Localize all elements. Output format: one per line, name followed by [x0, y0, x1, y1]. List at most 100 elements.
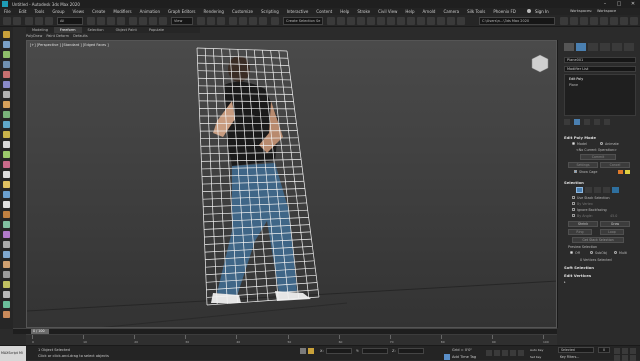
- cage-selected-color-swatch[interactable]: [625, 170, 630, 174]
- pan-view-icon[interactable]: [622, 355, 628, 361]
- tool-icon-3[interactable]: [580, 17, 588, 25]
- edit-vertices-rollout[interactable]: Edit Vertices: [564, 273, 591, 278]
- time-configuration-icon[interactable]: [614, 348, 620, 354]
- redo-icon[interactable]: [13, 17, 21, 25]
- perspective-viewport[interactable]: [+] [Perspective ] [Standard ] [Edged Fa…: [26, 40, 557, 328]
- schematic-view-icon[interactable]: [387, 17, 395, 25]
- motion-panel-tab-icon[interactable]: [600, 43, 610, 51]
- systems-tool-icon[interactable]: [3, 111, 10, 118]
- configure-modifier-sets-icon[interactable]: [604, 119, 610, 125]
- show-cage-checkbox[interactable]: [574, 170, 577, 173]
- polygon-subobject-icon[interactable]: [603, 187, 610, 193]
- select-tool-icon[interactable]: [3, 41, 10, 48]
- space-warp-tool-icon[interactable]: [3, 101, 10, 108]
- render-in-cloud-icon[interactable]: [437, 17, 445, 25]
- bind-space-warp-icon[interactable]: [45, 17, 53, 25]
- ignore-backfacing-checkbox[interactable]: [572, 208, 575, 211]
- tool-icon-6[interactable]: [610, 17, 618, 25]
- menu-silk-tools[interactable]: Silk Tools: [467, 9, 485, 14]
- modify-panel-tab-icon[interactable]: [576, 43, 586, 51]
- by-angle-spinner[interactable]: 45.0: [610, 214, 617, 218]
- menu-edit[interactable]: Edit: [19, 9, 27, 14]
- shape-tool-icon[interactable]: [3, 51, 10, 58]
- material-editor-icon[interactable]: [397, 17, 405, 25]
- zoom-extents-icon[interactable]: [614, 355, 620, 361]
- ribbon-defaults[interactable]: Defaults: [73, 33, 88, 39]
- angle-snap-icon[interactable]: [239, 17, 247, 25]
- pivot-center-icon[interactable]: [197, 17, 205, 25]
- select-rotate-icon[interactable]: [139, 17, 147, 25]
- ribbon-paint-deform[interactable]: Paint Deform: [46, 33, 69, 39]
- menu-interactive[interactable]: Interactive: [287, 9, 309, 14]
- play-icon[interactable]: [502, 350, 508, 356]
- remove-modifier-icon[interactable]: [594, 119, 600, 125]
- make-unique-icon[interactable]: [584, 119, 590, 125]
- by-angle-checkbox[interactable]: [572, 214, 575, 217]
- pin-stack-icon[interactable]: [564, 119, 570, 125]
- menu-graph-editors[interactable]: Graph Editors: [168, 9, 195, 14]
- menu-modifiers[interactable]: Modifiers: [113, 9, 131, 14]
- menu-file[interactable]: File: [4, 9, 11, 14]
- create-panel-tab-icon[interactable]: [564, 43, 574, 51]
- add-time-tag-button[interactable]: Add Time Tag: [452, 355, 476, 359]
- show-end-result-icon[interactable]: [574, 119, 580, 125]
- selection-heading[interactable]: Selection: [564, 180, 584, 185]
- use-stack-selection-checkbox[interactable]: [572, 196, 575, 199]
- hierarchy-tool-icon[interactable]: [3, 131, 10, 138]
- torus-tool-icon[interactable]: [3, 211, 10, 218]
- element-subobject-icon[interactable]: [612, 187, 619, 193]
- by-vertex-checkbox[interactable]: [572, 202, 575, 205]
- auto-key-button[interactable]: Auto Key: [530, 348, 543, 352]
- select-object-icon[interactable]: [87, 17, 95, 25]
- teapot-tool-icon[interactable]: [3, 181, 10, 188]
- helper-tool-icon[interactable]: [3, 91, 10, 98]
- display-panel-tab-icon[interactable]: [612, 43, 622, 51]
- menu-group[interactable]: Group: [52, 9, 64, 14]
- tube-tool-icon[interactable]: [3, 241, 10, 248]
- display-tool-icon[interactable]: [3, 151, 10, 158]
- toggle-scene-explorer-icon[interactable]: [347, 17, 355, 25]
- motion-tool-icon[interactable]: [3, 141, 10, 148]
- vertex-subobject-icon[interactable]: [576, 187, 583, 193]
- tool-icon-2[interactable]: [570, 17, 578, 25]
- plane-tool-icon[interactable]: [3, 221, 10, 228]
- menu-tools[interactable]: Tools: [34, 9, 44, 14]
- ring-button[interactable]: Ring: [568, 229, 592, 235]
- toggle-layer-explorer-icon[interactable]: [357, 17, 365, 25]
- mirror-icon[interactable]: [327, 17, 335, 25]
- link-icon[interactable]: [25, 17, 33, 25]
- model-radio[interactable]: [572, 142, 575, 145]
- previous-frame-icon[interactable]: [494, 350, 500, 356]
- create-tool-icon[interactable]: [3, 31, 10, 38]
- edit-named-selection-icon[interactable]: [271, 17, 279, 25]
- unlink-icon[interactable]: [35, 17, 43, 25]
- edge-subobject-icon[interactable]: [585, 187, 592, 193]
- border-subobject-icon[interactable]: [594, 187, 601, 193]
- rollout-collapse-toggle[interactable]: ▸: [564, 280, 566, 284]
- window-crossing-icon[interactable]: [117, 17, 125, 25]
- preview-off-radio[interactable]: [570, 251, 573, 254]
- selection-lock-icon[interactable]: [308, 348, 314, 354]
- cone-tool-icon[interactable]: [3, 231, 10, 238]
- text-tool-icon[interactable]: [3, 261, 10, 268]
- object-name-field[interactable]: Plane001: [564, 57, 636, 63]
- modifier-list-dropdown[interactable]: Modifier List: [564, 66, 636, 72]
- cage-color-swatch[interactable]: [618, 170, 623, 174]
- select-scale-icon[interactable]: [149, 17, 157, 25]
- tool-icon-7[interactable]: [620, 17, 628, 25]
- preview-subobj-radio[interactable]: [590, 251, 593, 254]
- spinner-snap-icon[interactable]: [259, 17, 267, 25]
- select-move-icon[interactable]: [129, 17, 137, 25]
- select-by-name-icon[interactable]: [97, 17, 105, 25]
- y-coordinate-field[interactable]: [362, 348, 388, 354]
- circle-tool-icon[interactable]: [3, 281, 10, 288]
- user-icon[interactable]: [527, 9, 531, 13]
- get-stack-selection-button[interactable]: Get Stack Selection: [572, 237, 624, 243]
- tool-icon-1[interactable]: [560, 17, 568, 25]
- arc-tool-icon[interactable]: [3, 291, 10, 298]
- edit-poly-mode-heading[interactable]: Edit Poly Mode: [564, 135, 596, 140]
- maximize-viewport-icon[interactable]: [630, 355, 636, 361]
- track-bar[interactable]: 0102030405060708090100: [26, 334, 557, 345]
- select-manipulate-icon[interactable]: [207, 17, 215, 25]
- minimize-button[interactable]: –: [598, 0, 612, 8]
